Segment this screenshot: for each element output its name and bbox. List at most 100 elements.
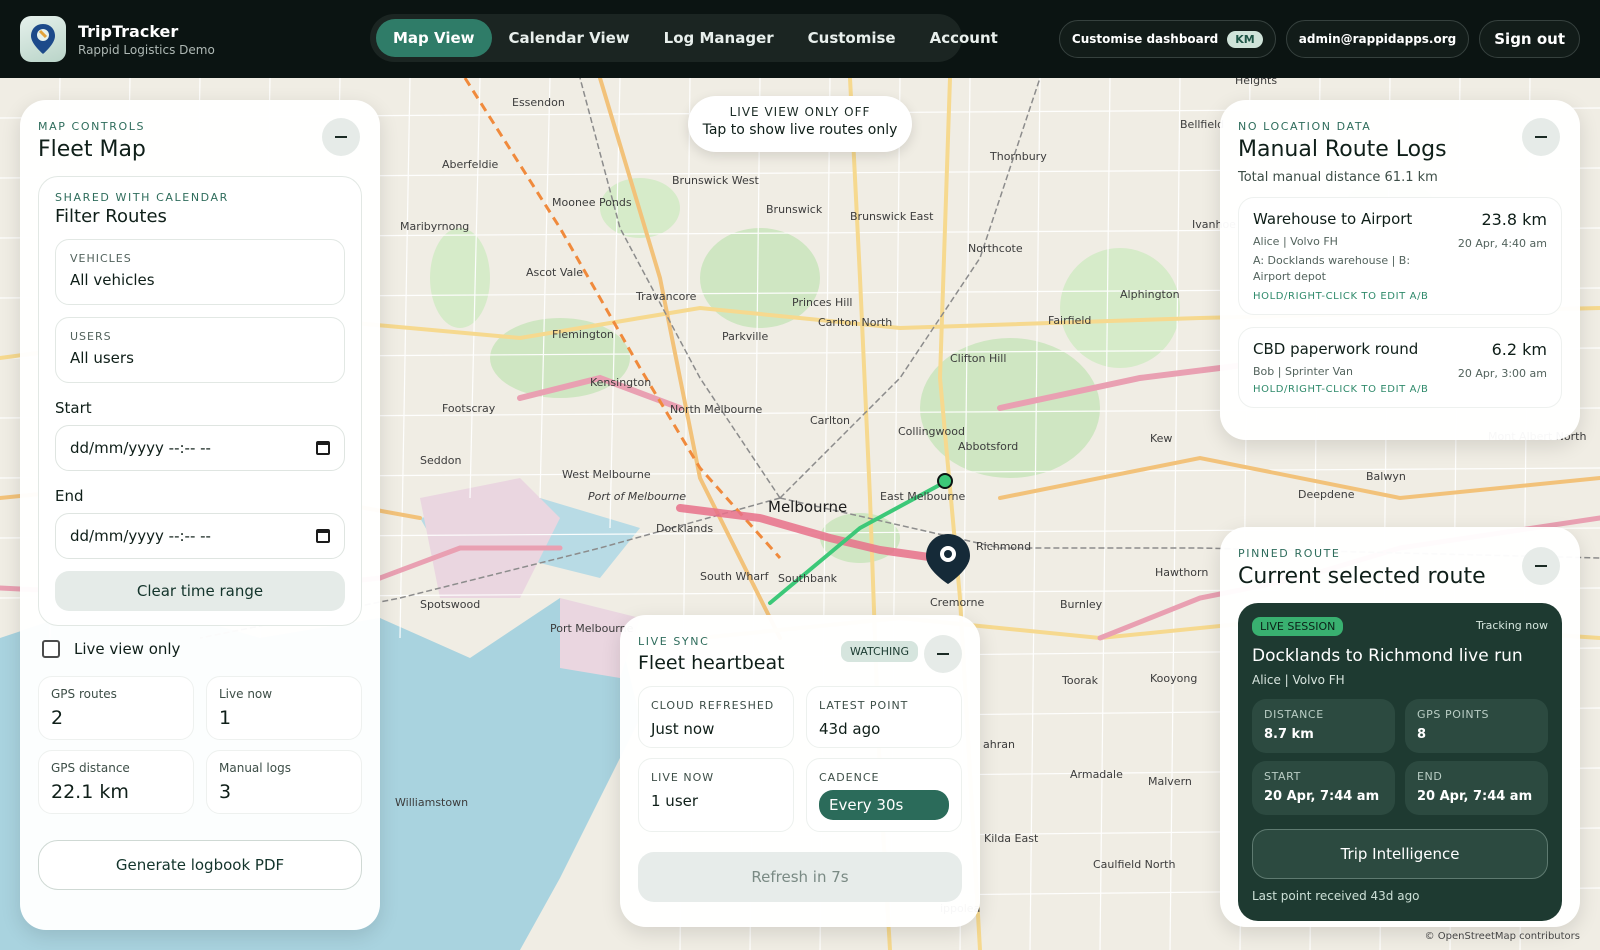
live-now-cell: LIVE NOW 1 user bbox=[638, 758, 794, 832]
route-stats: DISTANCE 8.7 km GPS POINTS 8 START 20 Ap… bbox=[1252, 699, 1548, 815]
refresh-countdown-button[interactable]: Refresh in 7s bbox=[638, 852, 962, 902]
map-controls-panel: MAP CONTROLS Fleet Map SHARED WITH CALEN… bbox=[20, 100, 380, 930]
live-view-hint: Tap to show live routes only bbox=[702, 122, 898, 138]
latest-point-label: LATEST POINT bbox=[819, 699, 909, 712]
tracking-status: Tracking now bbox=[1476, 619, 1548, 632]
heartbeat-grid: CLOUD REFRESHED Just now LATEST POINT 43… bbox=[638, 686, 962, 832]
log-distance: 23.8 km bbox=[1481, 210, 1547, 229]
route-distance-label: DISTANCE bbox=[1264, 708, 1324, 721]
map-label-travancore: Travancore bbox=[636, 290, 697, 303]
stat-label: Manual logs bbox=[219, 761, 291, 775]
tab-log-manager[interactable]: Log Manager bbox=[647, 19, 791, 57]
manual-total-distance: Total manual distance 61.1 km bbox=[1238, 170, 1438, 185]
map-label-brunswick-east: Brunswick East bbox=[850, 210, 934, 223]
route-gps-points-cell: GPS POINTS 8 bbox=[1405, 699, 1548, 753]
pinned-route-title: Current selected route bbox=[1238, 564, 1486, 589]
calendar-icon[interactable] bbox=[316, 441, 330, 455]
map-label-southbank: Southbank bbox=[778, 572, 838, 585]
last-point-received: Last point received 43d ago bbox=[1252, 889, 1420, 903]
header-actions: Customise dashboard KM admin@rappidapps.… bbox=[1058, 20, 1580, 58]
live-view-only-checkbox[interactable] bbox=[42, 640, 60, 658]
live-session-badge: LIVE SESSION bbox=[1252, 617, 1344, 636]
route-distance-value: 8.7 km bbox=[1264, 727, 1314, 742]
sign-out-button[interactable]: Sign out bbox=[1479, 20, 1580, 58]
map-label-carlton: Carlton bbox=[810, 414, 851, 427]
end-datetime-input[interactable]: dd/mm/yyyy --:-- -- bbox=[55, 513, 345, 559]
latest-point-cell: LATEST POINT 43d ago bbox=[806, 686, 962, 748]
map-label-bellfield: Bellfield bbox=[1180, 118, 1225, 131]
map-label-carlton-north: Carlton North bbox=[818, 316, 893, 329]
live-view-toggle-pill[interactable]: LIVE VIEW ONLY OFF Tap to show live rout… bbox=[688, 96, 912, 152]
tab-map-view[interactable]: Map View bbox=[376, 19, 492, 57]
manual-logs-eyebrow: NO LOCATION DATA bbox=[1238, 120, 1372, 133]
account-email-button[interactable]: admin@rappidapps.org bbox=[1285, 20, 1470, 58]
route-end-cell: END 20 Apr, 7:44 am bbox=[1405, 761, 1548, 815]
map-label-balwyn: Balwyn bbox=[1366, 470, 1406, 483]
fleet-heartbeat-panel: LIVE SYNC Fleet heartbeat WATCHING CLOUD… bbox=[620, 615, 980, 927]
generate-logbook-pdf-button[interactable]: Generate logbook PDF bbox=[38, 840, 362, 890]
log-date: 20 Apr, 4:40 am bbox=[1457, 237, 1547, 250]
cloud-refreshed-value: Just now bbox=[651, 720, 715, 738]
watching-badge: WATCHING bbox=[841, 641, 918, 662]
unit-badge: KM bbox=[1227, 30, 1263, 48]
collapse-heartbeat-button[interactable] bbox=[924, 635, 962, 673]
brand[interactable]: TripTracker Rappid Logistics Demo bbox=[20, 16, 215, 62]
map-label-richmond: Richmond bbox=[976, 540, 1032, 553]
live-view-only-toggle[interactable]: Live view only bbox=[38, 640, 362, 658]
stat-gps-routes: GPS routes 2 bbox=[38, 676, 194, 740]
map-label-alphington: Alphington bbox=[1120, 288, 1180, 301]
route-gps-points-label: GPS POINTS bbox=[1417, 708, 1490, 721]
trip-intelligence-button[interactable]: Trip Intelligence bbox=[1252, 829, 1548, 879]
stat-value: 22.1 km bbox=[51, 781, 129, 803]
cadence-cell: CADENCE Every 30s bbox=[806, 758, 962, 832]
pinned-route-eyebrow: PINNED ROUTE bbox=[1238, 547, 1341, 560]
live-view-only-label: Live view only bbox=[74, 640, 181, 658]
current-location-pin[interactable] bbox=[926, 534, 970, 584]
clear-time-range-button[interactable]: Clear time range bbox=[55, 571, 345, 611]
cadence-value[interactable]: Every 30s bbox=[819, 790, 949, 820]
map-label-west-melbourne: West Melbourne bbox=[562, 468, 651, 481]
map-label-port-of-melbourne: Port of Melbourne bbox=[588, 490, 687, 503]
map-label-fairfield: Fairfield bbox=[1048, 314, 1092, 327]
manual-logs-title: Manual Route Logs bbox=[1238, 137, 1447, 162]
map-label-maribyrnong: Maribyrnong bbox=[400, 220, 470, 233]
stat-value: 1 bbox=[219, 707, 232, 729]
route-gps-points-value: 8 bbox=[1417, 727, 1427, 742]
manual-log-item[interactable]: CBD paperwork round 6.2 km Bob | Sprinte… bbox=[1238, 327, 1562, 408]
map-label-footscray: Footscray bbox=[442, 402, 496, 415]
calendar-icon[interactable] bbox=[316, 529, 330, 543]
tab-customise[interactable]: Customise bbox=[791, 19, 913, 57]
collapse-manual-logs-button[interactable] bbox=[1522, 118, 1560, 156]
tab-calendar-view[interactable]: Calendar View bbox=[492, 19, 647, 57]
map-label-abbotsford: Abbotsford bbox=[958, 440, 1019, 453]
end-datetime-placeholder: dd/mm/yyyy --:-- -- bbox=[70, 527, 211, 545]
selected-route-card: LIVE SESSION Tracking now Docklands to R… bbox=[1238, 603, 1562, 921]
map-label-east-melbourne: East Melbourne bbox=[880, 490, 966, 503]
map-label-essendon: Essendon bbox=[512, 96, 565, 109]
filter-title: Filter Routes bbox=[55, 206, 167, 227]
customise-dashboard-label: Customise dashboard bbox=[1071, 32, 1219, 46]
users-select[interactable]: USERS All users bbox=[55, 317, 345, 383]
stat-value: 3 bbox=[219, 781, 232, 803]
route-driver-vehicle: Alice | Volvo FH bbox=[1252, 673, 1345, 687]
map-label-armadale: Armadale bbox=[1070, 768, 1123, 781]
log-edit-hint: HOLD/RIGHT-CLICK TO EDIT A/B bbox=[1253, 291, 1429, 302]
tab-account[interactable]: Account bbox=[913, 19, 1015, 57]
fleet-stats: GPS routes 2 Live now 1 GPS distance 22.… bbox=[38, 676, 362, 814]
collapse-pinned-route-button[interactable] bbox=[1522, 547, 1560, 585]
map-label-brunswick: Brunswick bbox=[766, 203, 823, 216]
start-datetime-input[interactable]: dd/mm/yyyy --:-- -- bbox=[55, 425, 345, 471]
customise-dashboard-button[interactable]: Customise dashboard KM bbox=[1058, 20, 1276, 58]
map-label-ascot-vale: Ascot Vale bbox=[526, 266, 584, 279]
vehicles-label: VEHICLES bbox=[70, 252, 132, 265]
collapse-map-controls-button[interactable] bbox=[322, 118, 360, 156]
app-name: TripTracker bbox=[78, 21, 179, 41]
vehicles-select[interactable]: VEHICLES All vehicles bbox=[55, 239, 345, 305]
map-attribution[interactable]: © OpenStreetMap contributors bbox=[1425, 931, 1580, 942]
route-end-label: END bbox=[1417, 770, 1443, 783]
map-label-prahran: ahran bbox=[983, 738, 1015, 751]
map-label-thornbury: Thornbury bbox=[990, 150, 1047, 163]
end-label: End bbox=[55, 487, 84, 505]
live-route-start-marker[interactable] bbox=[937, 473, 953, 489]
manual-log-item[interactable]: Warehouse to Airport 23.8 km Alice | Vol… bbox=[1238, 197, 1562, 315]
